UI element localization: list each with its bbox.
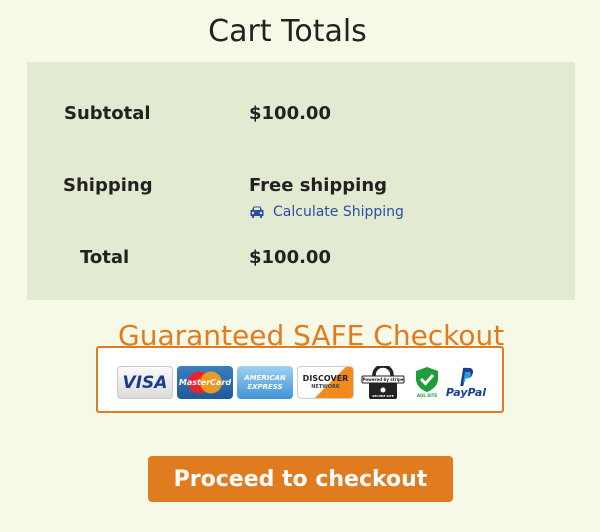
payment-badges: VISA MasterCard AMERICAN EXPRESS DISCOVE… (96, 346, 504, 413)
page-title: Cart Totals (208, 14, 367, 49)
car-icon (249, 205, 265, 219)
amex-logo: AMERICAN EXPRESS (237, 366, 293, 399)
paypal-icon (460, 367, 474, 387)
calculate-shipping-label: Calculate Shipping (273, 204, 404, 220)
mastercard-logo: MasterCard (177, 366, 233, 399)
discover-logo: DISCOVER NETWORK (297, 366, 354, 399)
shield-check-icon (416, 367, 438, 392)
stripe-secure-badge: Powered by stripe SECURE SITE (360, 366, 406, 399)
subtotal-label: Subtotal (64, 103, 151, 124)
visa-logo: VISA (117, 366, 173, 399)
paypal-logo: PayPal (445, 366, 487, 399)
subtotal-value: $100.00 (249, 103, 331, 124)
proceed-to-checkout-button[interactable]: Proceed to checkout (148, 456, 453, 502)
verified-shield-badge: AOL SITE (413, 366, 441, 399)
shipping-label: Shipping (63, 175, 153, 196)
calculate-shipping-link[interactable]: Calculate Shipping (249, 204, 404, 220)
cart-totals-table: Subtotal $100.00 Shipping Free shipping … (27, 62, 575, 300)
shipping-value: Free shipping (249, 175, 388, 196)
total-value: $100.00 (249, 247, 331, 268)
total-label: Total (80, 247, 130, 268)
